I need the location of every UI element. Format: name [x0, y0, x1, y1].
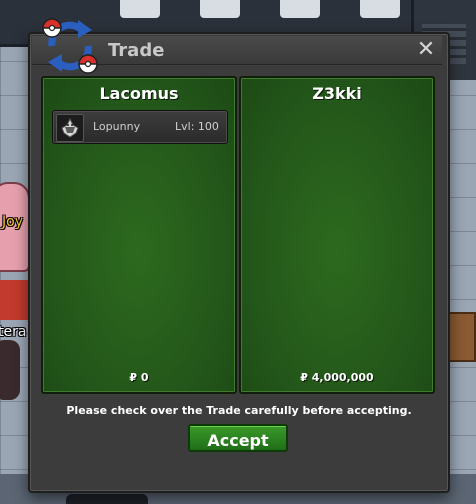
pokemon-level: Lvl: 100 — [175, 120, 219, 133]
window-title: Trade — [108, 40, 165, 61]
npc-name-tera: tera — [0, 324, 27, 340]
wall-panel — [120, 0, 160, 18]
right-trade-panel: Z3kki ₽ 4,000,000 — [239, 76, 435, 394]
npc-name-joy: Joy — [2, 214, 23, 230]
left-player-name: Lacomus — [99, 84, 179, 103]
chat-tab[interactable] — [66, 494, 148, 504]
wall-panel — [360, 0, 400, 18]
trade-arrows-icon — [42, 18, 98, 74]
trade-notice: Please check over the Trade carefully be… — [66, 404, 412, 417]
wall-panel — [200, 0, 240, 18]
pokemon-sprite-icon — [56, 114, 84, 142]
offered-pokemon-slot[interactable]: Lopunny Lvl: 100 — [52, 110, 228, 144]
player-npc[interactable] — [0, 340, 20, 400]
right-player-name: Z3kki — [312, 84, 362, 103]
close-button[interactable]: ✕ — [414, 38, 438, 62]
right-money: ₽ 4,000,000 — [300, 371, 374, 384]
trade-panels: Lacomus Lopunny Lvl: 100 ₽ 0 Z3kki ₽ 4,0… — [41, 76, 435, 394]
pokemon-name: Lopunny — [93, 120, 141, 133]
wall-panel — [280, 0, 320, 18]
accept-button[interactable]: Accept — [188, 424, 288, 452]
left-trade-panel: Lacomus Lopunny Lvl: 100 ₽ 0 — [41, 76, 237, 394]
trade-window: Trade ✕ Lacomus Lopunny Lvl: 100 ₽ 0 Z3k… — [28, 18, 450, 493]
left-money: ₽ 0 — [129, 371, 149, 384]
